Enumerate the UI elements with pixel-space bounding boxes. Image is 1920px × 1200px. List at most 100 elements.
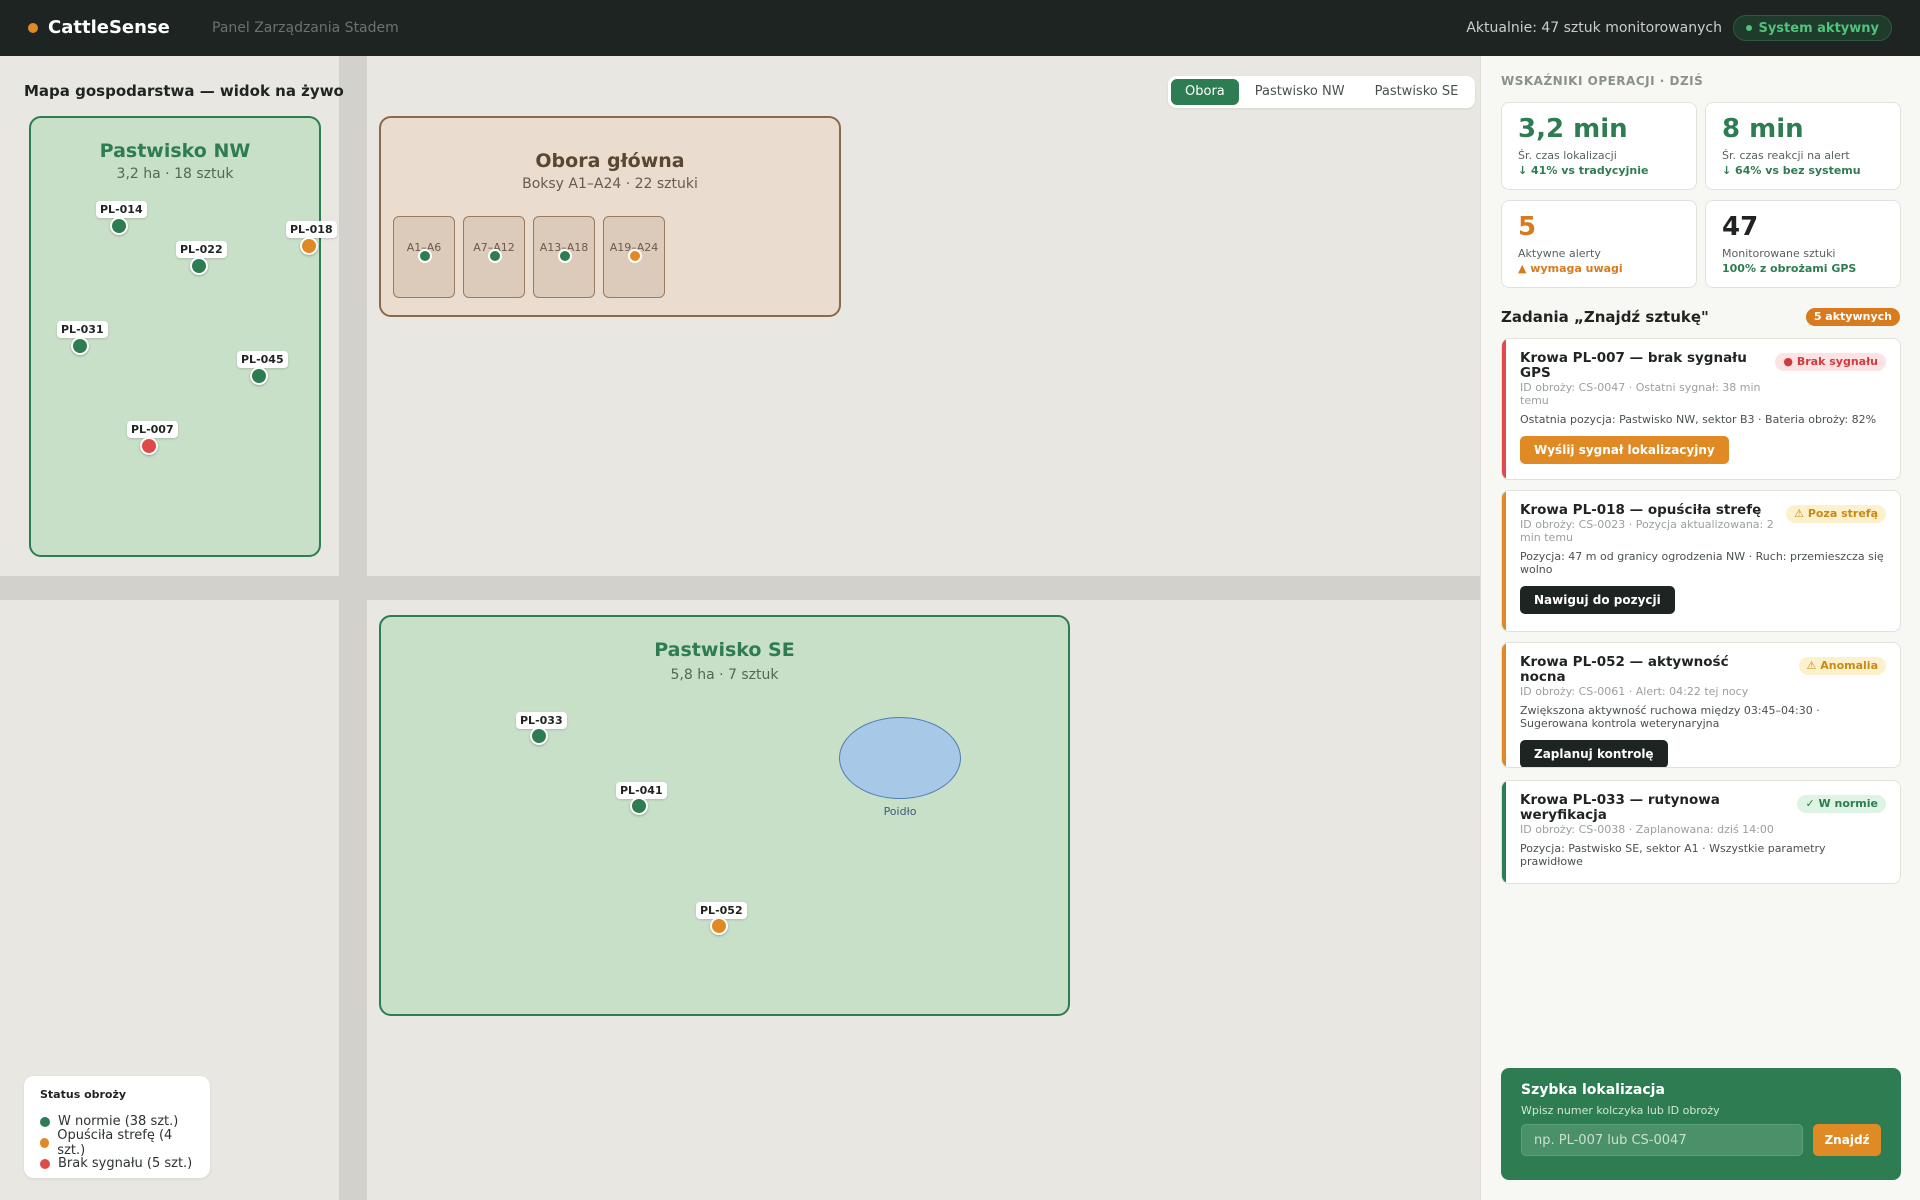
cow-label: PL-014 (96, 201, 147, 218)
task-stripe (1502, 643, 1506, 767)
cow-label: PL-031 (57, 321, 108, 338)
barn-box[interactable]: A13–A18 (533, 216, 595, 298)
cow-marker[interactable] (558, 249, 572, 263)
cow-label: PL-007 (127, 421, 178, 438)
legend-item-outside: Opuściła strefę (4 szt.) (40, 1128, 194, 1158)
cow-marker[interactable] (710, 917, 728, 935)
cow-marker[interactable] (71, 337, 89, 355)
tab-pastwisko-se[interactable]: Pastwisko SE (1361, 79, 1473, 105)
farm-map[interactable]: Mapa gospodarstwa — widok na żywo Obora … (0, 56, 1480, 1200)
search-input[interactable] (1521, 1124, 1803, 1156)
kpi-card-monitored: 47 Monitorowane sztuki 100% z obrożami G… (1705, 200, 1901, 288)
quick-locate-subtitle: Wpisz numer kolczyka lub ID obroży (1521, 1104, 1720, 1117)
barn-box[interactable]: A19–A24 (603, 216, 665, 298)
task-id-line: ID obroży: CS-0061 · Alert: 04:22 tej no… (1520, 685, 1749, 698)
task-card[interactable]: Krowa PL-033 — rutynowa weryfikacja ID o… (1501, 780, 1901, 884)
cow-marker[interactable] (630, 797, 648, 815)
map-view-tabs: Obora Pastwisko NW Pastwisko SE (1168, 76, 1476, 108)
find-button[interactable]: Znajdź (1813, 1124, 1881, 1156)
operations-panel: WSKAŹNIKI OPERACJI · DZIŚ 3,2 min Śr. cz… (1480, 56, 1920, 1200)
cow-marker[interactable] (110, 217, 128, 235)
cow-marker[interactable] (250, 367, 268, 385)
task-stripe (1502, 491, 1506, 631)
zone-meta: 3,2 ha · 18 sztuk (116, 166, 234, 182)
cow-marker[interactable] (190, 257, 208, 275)
cow-marker[interactable] (488, 249, 502, 263)
task-title: Krowa PL-018 — opuściła strefę (1520, 502, 1762, 518)
kpi-card-response-time: 8 min Śr. czas reakcji na alert ↓ 64% vs… (1705, 102, 1901, 190)
cow-label: PL-018 (286, 221, 337, 238)
task-description: Pozycja: Pastwisko SE, sektor A1 · Wszys… (1520, 842, 1826, 868)
road-vertical (339, 56, 367, 1200)
cow-marker[interactable] (300, 237, 318, 255)
navigate-button[interactable]: Nawiguj do pozycji (1520, 586, 1675, 614)
brand-name[interactable]: CattleSense (48, 17, 170, 38)
task-card[interactable]: Krowa PL-052 — aktywność nocna ID obroży… (1501, 642, 1901, 768)
cow-marker[interactable] (628, 249, 642, 263)
tasks-count-badge: 5 aktywnych (1805, 308, 1900, 326)
kpi-heading: WSKAŹNIKI OPERACJI · DZIŚ (1501, 74, 1704, 88)
legend-label: Opuściła strefę (4 szt.) (57, 1127, 173, 1158)
task-stripe (1502, 339, 1506, 479)
kpi-label: Monitorowane sztuki (1722, 247, 1836, 260)
tab-obora[interactable]: Obora (1171, 79, 1239, 105)
kpi-value: 47 (1722, 212, 1759, 242)
quick-locate-panel: Szybka lokalizacja Wpisz numer kolczyka … (1501, 1068, 1901, 1180)
task-description: Pozycja: 47 m od granicy ogrodzenia NW ·… (1520, 550, 1884, 576)
kpi-value: 5 (1518, 212, 1537, 242)
schedule-check-button[interactable]: Zaplanuj kontrolę (1520, 740, 1668, 767)
barn-box[interactable]: A1–A6 (393, 216, 455, 298)
kpi-delta: ↓ 64% vs bez systemu (1722, 164, 1861, 177)
green-dot-icon (40, 1116, 50, 1127)
map-title: Mapa gospodarstwa — widok na żywo (24, 82, 344, 100)
barn-box[interactable]: A7–A12 (463, 216, 525, 298)
zone-name: Pastwisko SE (654, 639, 795, 661)
tab-pastwisko-nw[interactable]: Pastwisko NW (1241, 79, 1359, 105)
status-badge: ● Brak sygnału (1775, 353, 1886, 371)
task-description: Zwiększona aktywność ruchowa między 03:4… (1520, 704, 1820, 730)
zone-name: Pastwisko NW (99, 140, 251, 162)
zone-pastwisko-se[interactable]: Pastwisko SE 5,8 ha · 7 sztuk Poidło (379, 615, 1070, 1016)
task-description: Ostatnia pozycja: Pastwisko NW, sektor B… (1520, 413, 1877, 426)
app-subtitle: Panel Zarządzania Stadem (212, 20, 399, 36)
kpi-delta: ▲ wymaga uwagi (1518, 262, 1623, 275)
tasks-title: Zadania „Znajdź sztukę" (1501, 308, 1709, 326)
task-title: Krowa PL-007 — brak sygnału GPS (1520, 350, 1747, 381)
orange-dot-icon (40, 1137, 50, 1148)
cow-label: PL-045 (237, 351, 288, 368)
cow-marker[interactable] (530, 727, 548, 745)
red-dot-icon (40, 1158, 50, 1169)
kpi-value: 3,2 min (1518, 114, 1628, 144)
kpi-label: Śr. czas lokalizacji (1518, 149, 1617, 162)
cow-marker[interactable] (418, 249, 432, 263)
status-dot-icon (1746, 25, 1753, 31)
zone-obora[interactable]: Obora główna Boksy A1–A24 · 22 sztuki A1… (379, 116, 841, 317)
kpi-card-locate-time: 3,2 min Śr. czas lokalizacji ↓ 41% vs tr… (1501, 102, 1697, 190)
send-locate-signal-button[interactable]: Wyślij sygnał lokalizacyjny (1520, 436, 1729, 464)
cow-label: PL-022 (176, 241, 227, 258)
zone-meta: 5,8 ha · 7 sztuk (670, 667, 779, 683)
task-title: Krowa PL-052 — aktywność nocna (1520, 654, 1729, 685)
task-stripe (1502, 781, 1506, 883)
cow-marker[interactable] (140, 437, 158, 455)
legend-title: Status obroży (40, 1088, 127, 1101)
kpi-label: Śr. czas reakcji na alert (1722, 149, 1850, 162)
kpi-delta: ↓ 41% vs tradycyjnie (1518, 164, 1649, 177)
top-bar: CattleSense Panel Zarządzania Stadem Akt… (0, 0, 1920, 56)
kpi-delta: 100% z obrożami GPS (1722, 262, 1857, 275)
task-card[interactable]: Krowa PL-018 — opuściła strefę ID obroży… (1501, 490, 1901, 632)
kpi-label: Aktywne alerty (1518, 247, 1601, 260)
legend-item-nosignal: Brak sygnału (5 szt.) (40, 1153, 194, 1174)
brand-dot-icon (28, 23, 38, 33)
water-trough-label: Poidło (883, 805, 917, 818)
task-card[interactable]: Krowa PL-007 — brak sygnału GPS ID obroż… (1501, 338, 1901, 480)
task-id-line: ID obroży: CS-0023 · Pozycja aktualizowa… (1520, 518, 1774, 544)
road-horizontal (0, 576, 1480, 600)
kpi-value: 8 min (1722, 114, 1804, 144)
zone-name: Obora główna (535, 150, 685, 172)
quick-locate-title: Szybka lokalizacja (1521, 1082, 1665, 1098)
task-title: Krowa PL-033 — rutynowa weryfikacja (1520, 792, 1720, 823)
status-badge: ✓ W normie (1797, 795, 1886, 813)
zone-meta: Boksy A1–A24 · 22 sztuki (522, 176, 698, 192)
status-badge: ⚠ Anomalia (1798, 657, 1886, 675)
